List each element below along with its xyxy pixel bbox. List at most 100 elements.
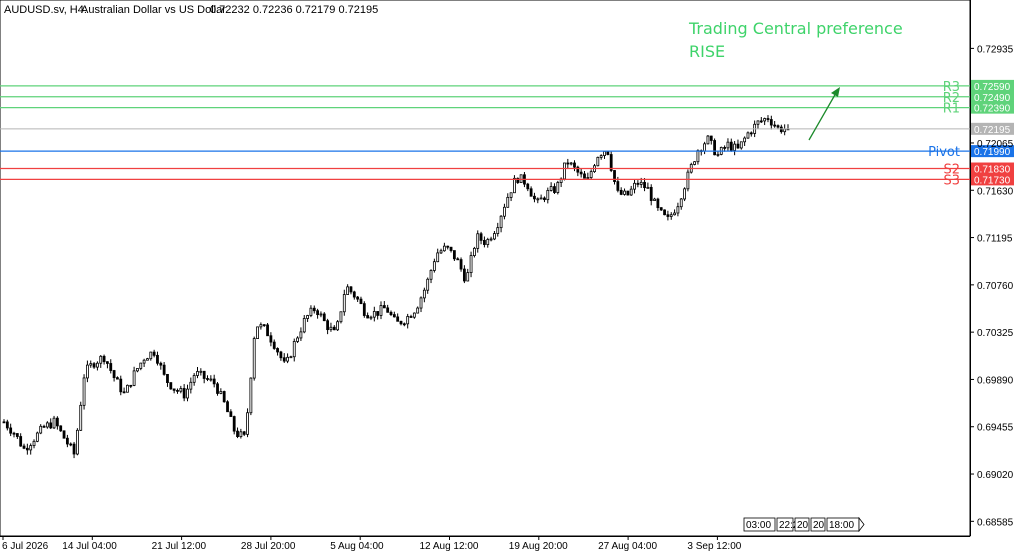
time-tick-label: 27 Aug 04:00 — [598, 541, 657, 552]
candle-body — [169, 382, 173, 390]
candle-body — [75, 429, 79, 455]
candle-body — [9, 427, 13, 434]
time-axis: 6 Jul 2026 14 Jul 04:00 21 Jul 12:00 28 Jul… — [2, 536, 742, 552]
candle-body — [349, 286, 353, 293]
candle-body — [202, 370, 206, 379]
candle-body — [212, 378, 216, 385]
candle-body — [659, 207, 663, 211]
candle-body — [496, 227, 500, 234]
candle-body — [419, 297, 423, 309]
candle-body — [242, 431, 246, 435]
candle-body — [483, 239, 486, 245]
candle-body — [729, 141, 733, 151]
candle-body — [15, 433, 19, 437]
candle-body — [673, 212, 676, 216]
price-tick-label: 0.72065 — [977, 139, 1014, 150]
price-tick-label: 0.71630 — [977, 186, 1014, 197]
candle-body — [172, 388, 176, 391]
candle-body — [619, 189, 623, 195]
candle-body — [25, 447, 29, 451]
candle-body — [586, 177, 590, 179]
candle-body — [696, 150, 700, 163]
candle-body — [546, 190, 550, 201]
candle-body — [192, 375, 196, 383]
candle-body — [426, 278, 430, 291]
price-chart[interactable]: AUDUSD.sv, H4: Australian Dollar vs US D… — [0, 0, 1024, 554]
candle-body — [763, 118, 767, 122]
candle-body — [319, 313, 323, 316]
candle-body — [209, 378, 213, 381]
candle-body — [272, 341, 276, 349]
candle-body — [35, 432, 39, 442]
candle-body — [182, 388, 186, 399]
candle-body — [356, 296, 360, 300]
candle-body — [566, 162, 570, 165]
candle-body — [342, 294, 346, 313]
candle-body — [219, 391, 223, 394]
candle-body — [282, 357, 286, 362]
candle-body — [499, 215, 503, 229]
candle-body — [119, 378, 123, 393]
candle-body — [39, 425, 43, 434]
candle-body — [256, 326, 259, 339]
candle-body — [49, 422, 53, 429]
candle-body — [96, 362, 99, 368]
candle-body — [262, 324, 266, 327]
candle-body — [89, 363, 93, 366]
candle-body — [569, 162, 573, 165]
candle-body — [746, 132, 750, 139]
candle-body — [472, 247, 476, 256]
candle-body — [412, 312, 416, 318]
price-tick-label: 0.69890 — [977, 375, 1014, 386]
candle-body — [579, 171, 583, 175]
candle-body — [479, 233, 483, 241]
time-box-text: 18:00 — [829, 520, 854, 531]
candle-body — [643, 181, 646, 189]
level-price-label: 0.71730 — [974, 175, 1011, 186]
candle-body — [59, 425, 63, 432]
candle-body — [5, 421, 9, 429]
candle-body — [623, 190, 626, 195]
candle-body — [232, 416, 236, 432]
candle-body — [489, 238, 493, 241]
candle-body — [399, 320, 403, 325]
candle-body — [326, 320, 330, 331]
candle-body — [706, 135, 710, 145]
candle-body — [703, 143, 706, 152]
candle-body — [422, 289, 426, 299]
candle-body — [346, 286, 350, 295]
candle-body — [409, 316, 413, 318]
candle-body — [142, 359, 146, 364]
candle-body — [42, 425, 46, 428]
price-tick-label: 0.70760 — [977, 281, 1014, 292]
candle-body — [322, 313, 326, 322]
plot-area — [0, 0, 971, 537]
candle-body — [179, 388, 183, 392]
price-axis: 0.72935 0.72065 0.71630 0.71195 0.70760 0.703… — [970, 44, 1014, 528]
candle-body — [136, 368, 139, 372]
candle-body — [596, 156, 600, 167]
candle-body — [739, 141, 743, 149]
candle-body — [206, 378, 209, 380]
candle-body — [556, 182, 560, 193]
candle-body — [402, 323, 406, 326]
time-tick-label: 12 Aug 12:00 — [420, 541, 479, 552]
candle-body — [449, 246, 453, 251]
candle-body — [776, 125, 780, 128]
candle-body — [229, 411, 233, 417]
candle-body — [759, 120, 763, 123]
candle-body — [126, 384, 129, 393]
candle-body — [766, 118, 770, 120]
candle-body — [506, 196, 510, 208]
candle-body — [756, 120, 760, 125]
candle-body — [603, 150, 606, 156]
candle-body — [606, 150, 610, 155]
candle-body — [286, 356, 289, 362]
candle-body — [369, 316, 373, 319]
candle-body — [156, 354, 159, 364]
candle-body — [389, 311, 393, 315]
candle-body — [112, 370, 116, 379]
candle-body — [663, 209, 666, 216]
candle-body — [196, 371, 199, 376]
candle-body — [279, 351, 283, 359]
